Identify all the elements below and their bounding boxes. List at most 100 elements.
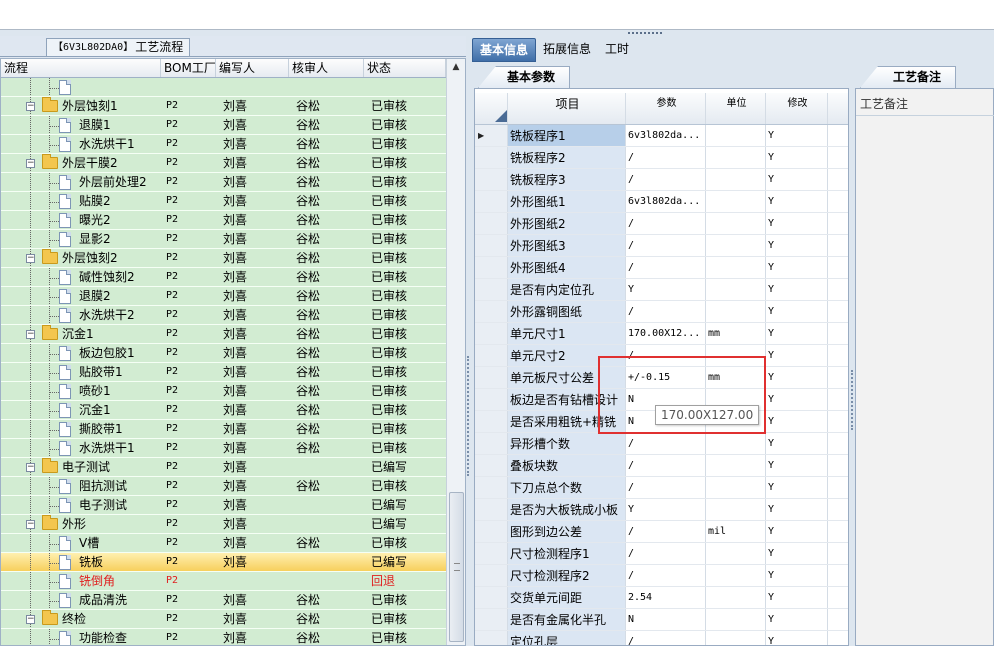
tree-row[interactable]: 水洗烘干1 P2 刘喜 谷松 已审核: [1, 439, 446, 458]
param-row[interactable]: 是否有内定位孔 Y Y: [475, 279, 848, 301]
param-row[interactable]: 下刀点总个数 / Y: [475, 477, 848, 499]
tab-process-notes[interactable]: 工艺备注: [860, 66, 957, 88]
param-row[interactable]: ▶ 铣板程序1 6v3l802da... Y: [475, 125, 848, 147]
param-modify-cell[interactable]: Y: [766, 235, 828, 256]
collapse-toggle-icon[interactable]: −: [26, 520, 35, 529]
param-row[interactable]: 外形图纸3/ Y: [475, 235, 848, 257]
param-value-cell[interactable]: /: [626, 631, 706, 645]
collapse-toggle-icon[interactable]: −: [26, 254, 35, 263]
param-modify-cell[interactable]: Y: [766, 345, 828, 366]
param-unit-cell[interactable]: [706, 631, 766, 645]
collapse-toggle-icon[interactable]: −: [26, 102, 35, 111]
param-unit-cell[interactable]: mil: [706, 521, 766, 542]
tree-row[interactable]: 贴膜2 P2 刘喜 谷松 已审核: [1, 192, 446, 211]
param-modify-cell[interactable]: Y: [766, 609, 828, 630]
param-value-cell[interactable]: /: [626, 213, 706, 234]
collapse-toggle-icon[interactable]: −: [26, 330, 35, 339]
param-row[interactable]: 尺寸检测程序1/ Y: [475, 543, 848, 565]
param-unit-cell[interactable]: [706, 301, 766, 322]
param-unit-cell[interactable]: [706, 609, 766, 630]
param-row[interactable]: 定位孔层 / Y: [475, 631, 848, 645]
param-value-cell[interactable]: 6v3l802da...: [626, 125, 706, 146]
param-modify-cell[interactable]: Y: [766, 125, 828, 146]
param-row[interactable]: 单元尺寸1 170.00X12... mm Y: [475, 323, 848, 345]
param-unit-cell[interactable]: mm: [706, 323, 766, 344]
tree-row[interactable]: − 外层蚀刻2 P2 刘喜 谷松 已审核: [1, 249, 446, 268]
scroll-thumb[interactable]: [449, 492, 464, 642]
collapse-toggle-icon[interactable]: −: [26, 159, 35, 168]
collapse-toggle-icon[interactable]: −: [26, 463, 35, 472]
tree-row[interactable]: − 外层干膜2 P2 刘喜 谷松 已审核: [1, 154, 446, 173]
tree-row[interactable]: 撕胶带1 P2 刘喜 谷松 已审核: [1, 420, 446, 439]
param-column-header[interactable]: 项目: [508, 93, 626, 124]
tab-basic-params[interactable]: 基本参数: [478, 66, 571, 88]
param-modify-cell[interactable]: Y: [766, 147, 828, 168]
param-unit-cell[interactable]: [706, 191, 766, 212]
param-value-cell[interactable]: Y: [626, 499, 706, 520]
flow-tab[interactable]: 【6V3L802DA0】 工艺流程: [46, 38, 191, 56]
tree-scrollbar[interactable]: ▲: [446, 59, 465, 645]
param-modify-cell[interactable]: Y: [766, 477, 828, 498]
param-unit-cell[interactable]: [706, 433, 766, 454]
param-modify-cell[interactable]: Y: [766, 565, 828, 586]
tree-row[interactable]: 沉金1 P2 刘喜 谷松 已审核: [1, 401, 446, 420]
param-value-cell[interactable]: /: [626, 565, 706, 586]
column-header[interactable]: 流程: [1, 59, 161, 77]
param-value-cell[interactable]: /: [626, 521, 706, 542]
param-row[interactable]: 是否为大板铣成小板 Y Y: [475, 499, 848, 521]
param-modify-cell[interactable]: Y: [766, 631, 828, 645]
column-header[interactable]: 编写人: [216, 59, 289, 77]
tree-row[interactable]: 铣板 P2 刘喜 已编写: [1, 553, 446, 572]
param-value-cell[interactable]: N: [626, 609, 706, 630]
param-value-cell[interactable]: 2.54: [626, 587, 706, 608]
column-header[interactable]: BOM工厂: [161, 59, 216, 77]
param-row[interactable]: 铣板程序3/ Y: [475, 169, 848, 191]
param-modify-cell[interactable]: Y: [766, 169, 828, 190]
param-unit-cell[interactable]: [706, 213, 766, 234]
column-header[interactable]: 状态: [364, 59, 446, 77]
param-row[interactable]: 外形图纸4/ Y: [475, 257, 848, 279]
param-modify-cell[interactable]: Y: [766, 279, 828, 300]
param-row[interactable]: 外形图纸1 6v3l802da... Y: [475, 191, 848, 213]
tree-row[interactable]: 板边包胶1 P2 刘喜 谷松 已审核: [1, 344, 446, 363]
param-modify-cell[interactable]: Y: [766, 499, 828, 520]
param-row[interactable]: 图形到边公差 / mil Y: [475, 521, 848, 543]
param-row[interactable]: 外形露铜图纸 / Y: [475, 301, 848, 323]
tree-row[interactable]: [1, 78, 446, 97]
tree-row[interactable]: 水洗烘干2 P2 刘喜 谷松 已审核: [1, 306, 446, 325]
param-column-header[interactable]: 修改: [766, 93, 828, 124]
param-value-cell[interactable]: /: [626, 235, 706, 256]
param-row[interactable]: 是否有金属化半孔 N Y: [475, 609, 848, 631]
tree-row[interactable]: − 电子测试 P2 刘喜 已编写: [1, 458, 446, 477]
param-modify-cell[interactable]: Y: [766, 367, 828, 388]
param-unit-cell[interactable]: [706, 235, 766, 256]
param-value-cell[interactable]: /: [626, 543, 706, 564]
tree-row[interactable]: 喷砂1 P2 刘喜 谷松 已审核: [1, 382, 446, 401]
param-unit-cell[interactable]: [706, 543, 766, 564]
tree-row[interactable]: 外层前处理2 P2 刘喜 谷松 已审核: [1, 173, 446, 192]
param-unit-cell[interactable]: [706, 279, 766, 300]
param-row[interactable]: 异形槽个数 / Y: [475, 433, 848, 455]
tab-work-hours[interactable]: 工时: [598, 38, 636, 62]
param-row[interactable]: 叠板块数 / Y: [475, 455, 848, 477]
param-value-cell[interactable]: /: [626, 433, 706, 454]
tree-row[interactable]: 贴胶带1 P2 刘喜 谷松 已审核: [1, 363, 446, 382]
param-unit-cell[interactable]: [706, 257, 766, 278]
param-modify-cell[interactable]: Y: [766, 191, 828, 212]
tab-extended-info[interactable]: 拓展信息: [536, 38, 598, 62]
param-unit-cell[interactable]: [706, 147, 766, 168]
param-modify-cell[interactable]: Y: [766, 389, 828, 410]
param-unit-cell[interactable]: [706, 455, 766, 476]
param-modify-cell[interactable]: Y: [766, 433, 828, 454]
param-modify-cell[interactable]: Y: [766, 213, 828, 234]
param-modify-cell[interactable]: Y: [766, 455, 828, 476]
param-row[interactable]: 尺寸检测程序2/ Y: [475, 565, 848, 587]
param-unit-cell[interactable]: [706, 565, 766, 586]
tree-row[interactable]: − 终检 P2 刘喜 谷松 已审核: [1, 610, 446, 629]
param-modify-cell[interactable]: Y: [766, 521, 828, 542]
tree-row[interactable]: − 沉金1 P2 刘喜 谷松 已审核: [1, 325, 446, 344]
param-row[interactable]: 外形图纸2/ Y: [475, 213, 848, 235]
tree-row[interactable]: − 外层蚀刻1 P2 刘喜 谷松 已审核: [1, 97, 446, 116]
column-header[interactable]: 核审人: [289, 59, 364, 77]
param-row[interactable]: 交货单元间距 2.54 Y: [475, 587, 848, 609]
